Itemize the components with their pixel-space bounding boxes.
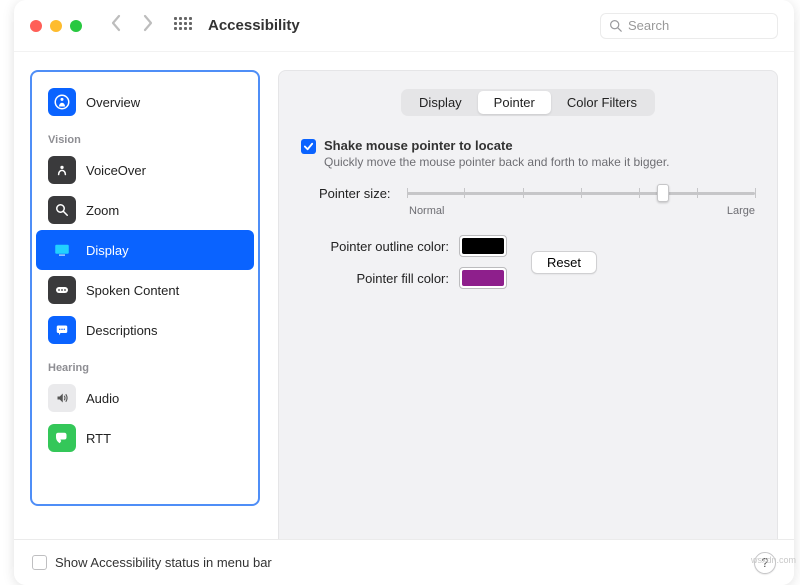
preferences-window: Accessibility Overview Vision Voic bbox=[14, 0, 794, 585]
sidebar-item-audio[interactable]: Audio bbox=[36, 378, 254, 418]
outline-color-swatch bbox=[462, 238, 504, 254]
minimize-button[interactable] bbox=[50, 20, 62, 32]
show-status-label: Show Accessibility status in menu bar bbox=[55, 555, 272, 570]
pointer-size-max: Large bbox=[727, 205, 755, 217]
shake-to-locate-description: Quickly move the mouse pointer back and … bbox=[324, 155, 670, 169]
back-button[interactable] bbox=[110, 14, 122, 38]
shake-to-locate-checkbox[interactable] bbox=[301, 139, 316, 154]
sidebar-section-vision: Vision bbox=[36, 122, 254, 150]
display-icon bbox=[48, 236, 76, 264]
reset-button[interactable]: Reset bbox=[531, 251, 597, 274]
search-icon bbox=[609, 19, 622, 32]
sidebar[interactable]: Overview Vision VoiceOver Zoom Displa bbox=[30, 70, 260, 506]
fill-color-label: Pointer fill color: bbox=[301, 271, 449, 286]
sidebar-item-label: Spoken Content bbox=[86, 283, 179, 298]
maximize-button[interactable] bbox=[70, 20, 82, 32]
tab-pointer[interactable]: Pointer bbox=[478, 91, 551, 114]
pointer-size-slider[interactable] bbox=[407, 183, 755, 203]
check-icon bbox=[303, 141, 314, 152]
voiceover-icon bbox=[48, 156, 76, 184]
sidebar-item-label: VoiceOver bbox=[86, 163, 146, 178]
window-controls bbox=[30, 20, 82, 32]
search-field[interactable] bbox=[600, 13, 778, 39]
tab-color-filters[interactable]: Color Filters bbox=[551, 91, 653, 114]
outline-color-label: Pointer outline color: bbox=[301, 239, 449, 254]
main-panel: Display Pointer Color Filters Shake mous… bbox=[278, 70, 778, 575]
sidebar-item-label: Display bbox=[86, 243, 129, 258]
sidebar-item-spoken-content[interactable]: Spoken Content bbox=[36, 270, 254, 310]
spoken-content-icon bbox=[48, 276, 76, 304]
pointer-size-label: Pointer size: bbox=[319, 186, 391, 201]
sidebar-item-rtt[interactable]: RTT bbox=[36, 418, 254, 458]
sidebar-item-label: Audio bbox=[86, 391, 119, 406]
tab-group: Display Pointer Color Filters bbox=[401, 89, 655, 116]
sidebar-item-label: RTT bbox=[86, 431, 111, 446]
window-title: Accessibility bbox=[208, 17, 300, 34]
overview-icon bbox=[48, 88, 76, 116]
shake-to-locate-label: Shake mouse pointer to locate bbox=[324, 138, 513, 153]
forward-button[interactable] bbox=[142, 14, 154, 38]
sidebar-item-overview[interactable]: Overview bbox=[36, 82, 254, 122]
search-input[interactable] bbox=[628, 18, 769, 33]
titlebar: Accessibility bbox=[14, 0, 794, 52]
fill-color-well[interactable] bbox=[459, 267, 507, 289]
sidebar-section-hearing: Hearing bbox=[36, 350, 254, 378]
close-button[interactable] bbox=[30, 20, 42, 32]
sidebar-item-display[interactable]: Display bbox=[36, 230, 254, 270]
rtt-icon bbox=[48, 424, 76, 452]
outline-color-well[interactable] bbox=[459, 235, 507, 257]
audio-icon bbox=[48, 384, 76, 412]
sidebar-item-label: Overview bbox=[86, 95, 140, 110]
sidebar-item-voiceover[interactable]: VoiceOver bbox=[36, 150, 254, 190]
fill-color-swatch bbox=[462, 270, 504, 286]
sidebar-item-descriptions[interactable]: Descriptions bbox=[36, 310, 254, 350]
sidebar-item-label: Descriptions bbox=[86, 323, 158, 338]
sidebar-item-zoom[interactable]: Zoom bbox=[36, 190, 254, 230]
pointer-size-min: Normal bbox=[409, 205, 444, 217]
content: Overview Vision VoiceOver Zoom Displa bbox=[14, 52, 794, 585]
help-button[interactable]: ? bbox=[754, 552, 776, 574]
footer: Show Accessibility status in menu bar ? bbox=[14, 539, 794, 585]
sidebar-item-label: Zoom bbox=[86, 203, 119, 218]
show-status-checkbox[interactable] bbox=[32, 555, 47, 570]
tab-display[interactable]: Display bbox=[403, 91, 478, 114]
descriptions-icon bbox=[48, 316, 76, 344]
nav-arrows bbox=[110, 14, 154, 38]
show-all-button[interactable] bbox=[174, 17, 192, 35]
zoom-icon bbox=[48, 196, 76, 224]
